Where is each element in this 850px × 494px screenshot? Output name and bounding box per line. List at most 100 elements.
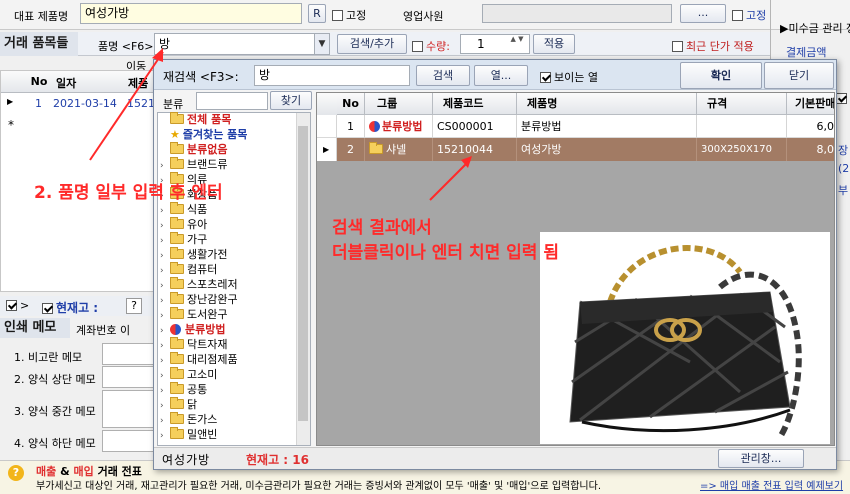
sales-label: 영업사원 [403,10,444,23]
tree-item[interactable]: › 닭 [160,397,296,412]
tree-scroll-thumb[interactable] [298,126,308,421]
close-button[interactable]: 닫기 [764,62,834,89]
stepper-up-icon[interactable]: ▲ [510,35,515,43]
tree-item[interactable]: 분류없음 [160,142,296,157]
stock-toggle[interactable]: > [6,299,29,312]
recent-price-checkbox-box[interactable] [672,41,683,52]
tree-item-label: 닭 [187,398,198,411]
memo-input-1[interactable] [102,343,156,365]
show-columns-checkbox-box[interactable] [540,72,551,83]
qty-stepper[interactable]: ▲ ▼ [505,35,529,53]
name-dropdown-button[interactable]: ▼ [314,34,329,54]
category-input[interactable] [196,92,268,110]
fixed2-checkbox-box[interactable] [732,10,743,21]
r-button[interactable]: R [308,4,326,23]
method-icon [170,324,181,335]
right-frag-3: 부 [838,184,849,197]
rep-name-input[interactable]: 여성가방 [80,3,302,24]
sales-select[interactable] [482,4,672,23]
right-frag-2: (2 [838,162,850,175]
status-stock: 현재고 : 16 [246,453,309,467]
settle-label: 결제금액 [786,46,827,59]
tree-item-label: 돈가스 [187,413,218,426]
tree-item[interactable]: › 공통 [160,382,296,397]
stock-checkbox[interactable]: 현재고 : [42,299,98,316]
rh-price: 기본판매 [787,93,834,115]
popup-more-button[interactable]: 열... [474,65,528,86]
fixed-checkbox-box[interactable] [332,10,343,21]
tree-item[interactable]: › 닥트자재 [160,337,296,352]
tree-item[interactable]: › 식품 [160,202,296,217]
r2-price: 8,0 [787,138,835,161]
tree-item[interactable]: › 도서완구 [160,307,296,322]
folder-icon [369,142,383,154]
stock-toggle-box[interactable] [6,300,17,311]
recent-price-checkbox[interactable]: 최근 단가 적용 [672,38,754,54]
tree-item[interactable]: › 돈가스 [160,412,296,427]
tree-item[interactable]: › 생활가전 [160,247,296,262]
folder-icon [170,412,184,424]
tree-item-label: 고소미 [187,368,218,381]
right-checkbox-box[interactable] [836,93,847,104]
tree-item[interactable]: › 고소미 [160,367,296,382]
result-row-2[interactable]: ▶ 2 샤넬 15210044 여성가방 300X250X170 8,0 [317,138,835,161]
apply-button[interactable]: 적용 [533,34,575,54]
find-button[interactable]: 찾기 [270,91,312,110]
qty-label: 수량: [426,40,450,53]
search-add-button[interactable]: 검색/추가 [337,34,407,54]
row-pointer-icon: ▶ [7,97,14,106]
rep-name-label: 대표 제품명 [14,10,69,23]
stepper-down-icon[interactable]: ▼ [518,35,523,43]
popup-search-input[interactable]: 방 [254,65,410,86]
tree-list: 전체 품목 ★ 즐겨찾는 품목 분류없음 › 브랜드류 › 의류 › 화장품 › 식품 › 유아 › 가구 › 생… [160,112,296,446]
tree-item-label: 즐겨찾는 품목 [182,128,248,141]
bottom-link[interactable]: => 매입 매출 전표 입력 예제보기 [700,477,843,492]
show-columns-checkbox[interactable]: 보이는 열 [540,69,598,85]
fixed2-checkbox[interactable]: 고정 [732,7,766,23]
tree-item-label: 식품 [187,203,208,216]
row-no: 1 [35,97,42,110]
memo-input-3[interactable] [102,390,156,428]
r2-code: 15210044 [433,138,517,161]
row-date: 2021-03-14 [53,97,117,110]
memo-input-2[interactable] [102,366,156,388]
tree-item[interactable]: ★ 즐겨찾는 품목 [160,127,296,142]
tree-item-label: 스포츠레저 [187,278,238,291]
tree-item[interactable]: › 밀앤빈 [160,427,296,442]
expand-icon[interactable]: > [20,299,29,312]
bag-image [569,245,802,439]
name-input[interactable]: 방 [154,33,330,55]
tree-expander-icon[interactable]: › [160,429,170,444]
stock-checkbox-box[interactable] [42,303,53,314]
sales-more-button[interactable]: ... [680,4,726,23]
folder-icon [170,277,184,289]
question-icon: ? [8,465,24,481]
tree-item[interactable]: › 브랜드류 [160,157,296,172]
main-row-1[interactable]: ▶ 1 2021-03-14 1521004 [1,93,176,113]
popup-search-button[interactable]: 검색 [416,65,470,86]
tree-item[interactable]: › 대리점제품 [160,352,296,367]
tree-item[interactable]: › 가구 [160,232,296,247]
tree-item[interactable]: › 컴퓨터 [160,262,296,277]
memo-input-4[interactable] [102,430,156,452]
tree-item[interactable]: › 유아 [160,217,296,232]
tree-item[interactable]: › 스포츠레저 [160,277,296,292]
stock-label: 현재고 : [56,301,99,315]
r2-name: 여성가방 [517,138,697,161]
confirm-button[interactable]: 확인 [680,62,762,89]
rh-no: No [337,93,365,115]
header-no: No [30,75,48,88]
fixed-checkbox[interactable]: 고정 [332,7,366,23]
qty-checkbox-box[interactable] [412,41,423,52]
r1-marker [317,115,337,138]
manage-button[interactable]: 관리창... [718,449,804,468]
rh-code: 제품코드 [433,93,517,115]
tree-item[interactable]: › 분류방법 [160,322,296,337]
result-row-1[interactable]: 1 분류방법 CS000001 분류방법 6,0 [317,115,834,138]
folder-icon [170,157,184,169]
right-checkbox[interactable] [836,92,850,105]
tree-item[interactable]: › 장난감완구 [160,292,296,307]
tree-item[interactable]: 전체 품목 [160,112,296,127]
folder-icon [170,232,184,244]
qty-checkbox[interactable]: 수량: [412,38,450,54]
